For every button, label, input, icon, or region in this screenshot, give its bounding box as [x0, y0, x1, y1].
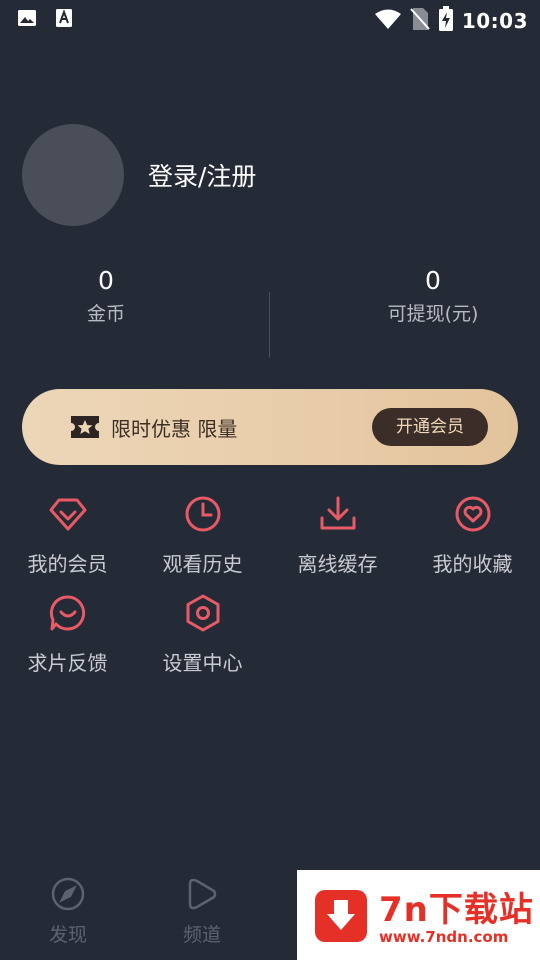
coins-stat[interactable]: 0 金币	[60, 262, 152, 328]
menu-item-feedback[interactable]: 求片反馈	[0, 593, 135, 676]
no-sim-icon	[410, 7, 430, 35]
profile-header[interactable]: 登录/注册	[22, 124, 256, 226]
stats-row: 0 金币 0 可提现(元)	[0, 262, 540, 362]
site-watermark: 7n下载站 www.7ndn.com	[297, 870, 540, 960]
play-icon	[184, 878, 220, 916]
watermark-title: 7n下载站	[379, 890, 534, 930]
heart-icon	[453, 494, 493, 534]
coins-label: 金币	[86, 303, 125, 325]
vip-promo-banner[interactable]: 限时优惠 限量 开通会员	[22, 389, 518, 465]
tab-discover[interactable]: 发现	[23, 876, 113, 947]
image-icon	[17, 8, 37, 32]
ticket-star-icon	[69, 414, 101, 444]
clock-icon	[183, 494, 223, 534]
login-register-link[interactable]: 登录/注册	[148, 157, 256, 193]
promo-text: 限时优惠 限量	[111, 417, 238, 441]
settings-icon	[183, 593, 223, 633]
wifi-icon	[374, 8, 402, 34]
menu-item-membership[interactable]: 我的会员	[0, 494, 135, 577]
status-clock: 10:03	[461, 9, 528, 33]
compass-icon	[50, 877, 86, 916]
open-vip-button[interactable]: 开通会员	[372, 408, 488, 446]
menu-label: 设置中心	[162, 651, 243, 675]
withdrawable-label: 可提现(元)	[387, 303, 479, 325]
menu-item-favorites[interactable]: 我的收藏	[405, 494, 540, 577]
download-icon	[318, 494, 358, 534]
tab-channels[interactable]: 频道	[157, 876, 247, 947]
menu-label: 离线缓存	[297, 552, 378, 576]
menu-item-history[interactable]: 观看历史	[135, 494, 270, 577]
menu-label: 观看历史	[162, 552, 243, 576]
menu-label: 求片反馈	[27, 651, 108, 675]
withdrawable-stat[interactable]: 0 可提现(元)	[370, 262, 496, 328]
menu-item-settings[interactable]: 设置中心	[135, 593, 270, 676]
battery-charging-icon	[438, 6, 454, 36]
status-bar: 10:03	[0, 0, 540, 36]
diamond-icon	[48, 494, 88, 534]
download-arrow-icon	[315, 890, 367, 942]
menu-item-offline-cache[interactable]: 离线缓存	[270, 494, 405, 577]
tab-label: 频道	[182, 924, 221, 946]
tab-label: 发现	[48, 924, 87, 946]
coins-value: 0	[98, 266, 114, 295]
watermark-url: www.7ndn.com	[379, 928, 509, 946]
font-icon	[55, 8, 73, 32]
withdrawable-value: 0	[425, 266, 441, 295]
menu-label: 我的会员	[27, 552, 108, 576]
avatar[interactable]	[22, 124, 124, 226]
menu-label: 我的收藏	[432, 552, 513, 576]
feedback-icon	[48, 593, 88, 633]
stats-divider	[269, 292, 270, 358]
